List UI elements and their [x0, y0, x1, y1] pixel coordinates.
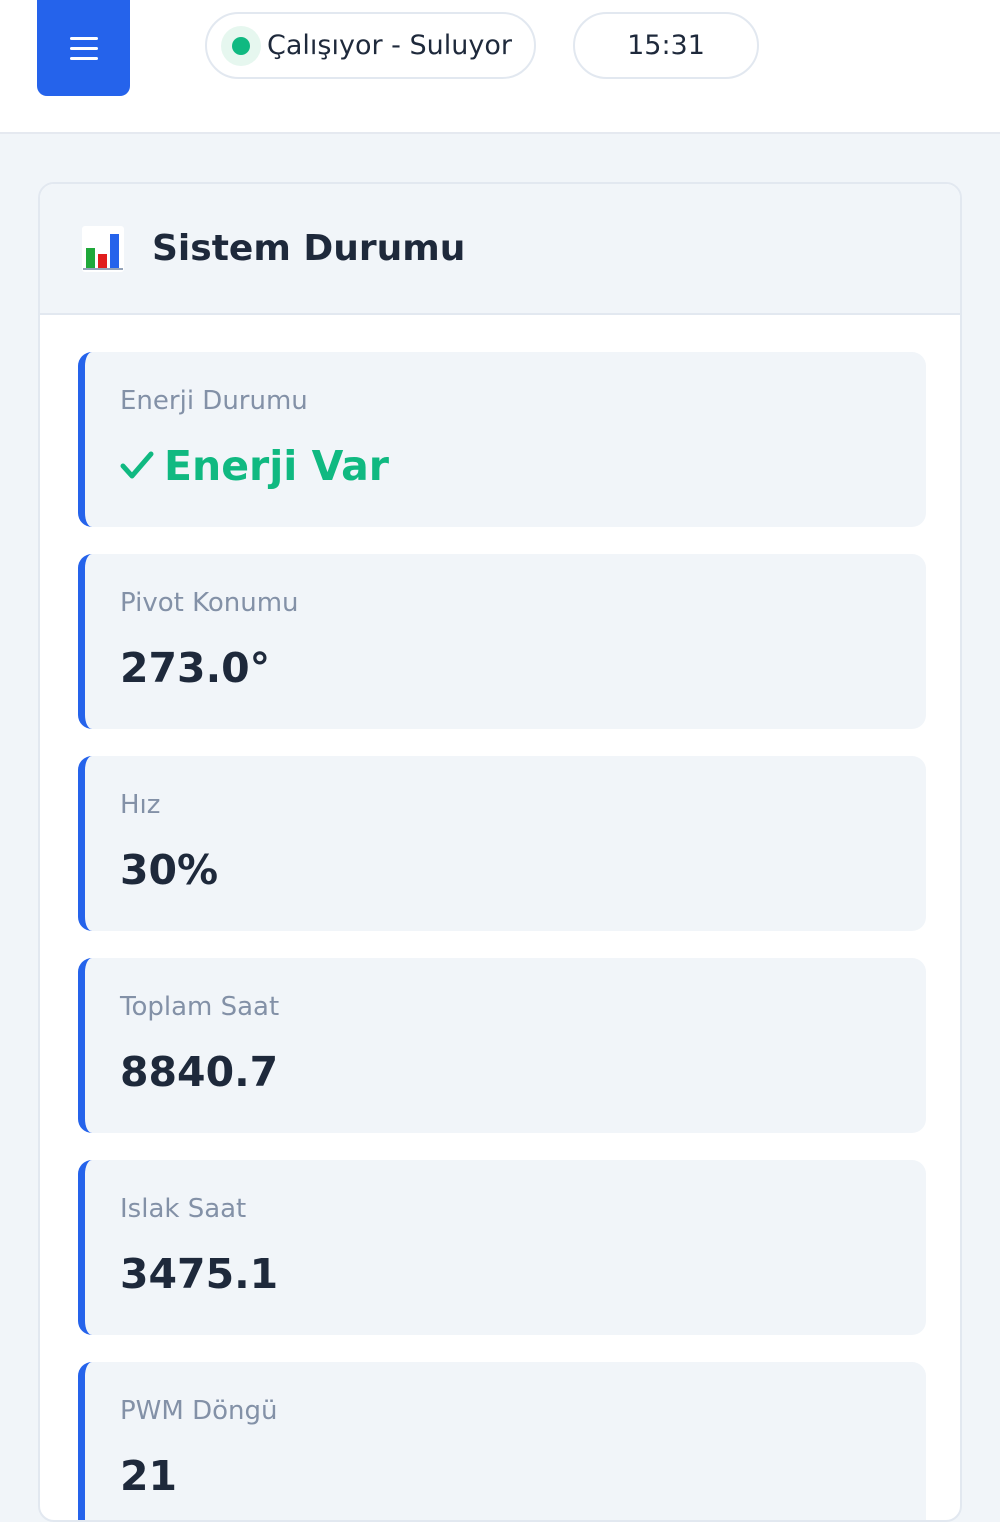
menu-button[interactable] — [37, 0, 130, 96]
status-indicator — [221, 25, 261, 66]
status-text: Çalışıyor - Suluyor — [267, 30, 512, 61]
card-value: 8840.7 — [120, 1048, 279, 1096]
system-status-panel: Sistem Durumu Enerji Durumu Enerji Var P… — [38, 182, 962, 1522]
bar-chart-icon — [82, 225, 124, 272]
check-icon — [120, 451, 154, 479]
hamburger-icon-line — [69, 46, 98, 50]
clock-time: 15:31 — [627, 30, 705, 61]
top-bar: Çalışıyor - Suluyor 15:31 — [0, 0, 1000, 134]
status-dot-icon — [232, 36, 250, 55]
panel-title: Sistem Durumu — [152, 228, 466, 269]
card-value: 273.0° — [120, 644, 271, 692]
card-label: PWM Döngü — [120, 1396, 278, 1426]
status-pill: Çalışıyor - Suluyor — [205, 12, 536, 79]
panel-header: Sistem Durumu — [40, 184, 960, 315]
status-card-speed: Hız 30% — [78, 756, 926, 931]
status-cards: Enerji Durumu Enerji Var Pivot Konumu 27… — [78, 352, 926, 1520]
card-label: Islak Saat — [120, 1194, 247, 1224]
energy-value: Enerji Var — [164, 442, 389, 490]
hamburger-icon-line — [69, 36, 98, 40]
status-card-pwm-cycle: PWM Döngü 21 — [78, 1362, 926, 1520]
clock-pill: 15:31 — [573, 12, 759, 79]
card-value: Enerji Var — [120, 442, 389, 490]
card-value: 3475.1 — [120, 1250, 279, 1298]
card-value: 21 — [120, 1452, 178, 1500]
status-card-wet-hours: Islak Saat 3475.1 — [78, 1160, 926, 1335]
card-label: Pivot Konumu — [120, 588, 299, 618]
card-label: Enerji Durumu — [120, 386, 308, 416]
status-card-energy: Enerji Durumu Enerji Var — [78, 352, 926, 527]
card-label: Toplam Saat — [120, 992, 280, 1022]
card-value: 30% — [120, 846, 219, 894]
status-card-total-hours: Toplam Saat 8840.7 — [78, 958, 926, 1133]
status-card-pivot-position: Pivot Konumu 273.0° — [78, 554, 926, 729]
card-label: Hız — [120, 790, 161, 820]
hamburger-icon-line — [69, 56, 98, 60]
